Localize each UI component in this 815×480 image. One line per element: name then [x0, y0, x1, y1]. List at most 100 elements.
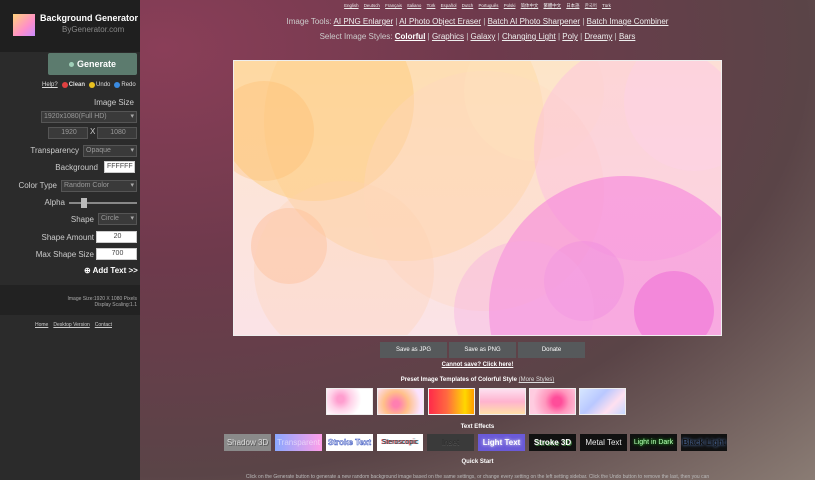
clean-icon: [61, 82, 68, 88]
transparency-select[interactable]: Opaque: [83, 145, 137, 157]
transparency-label: Transparency: [30, 146, 79, 155]
tool-link-photo-sharpener[interactable]: Batch AI Photo Sharpener: [488, 17, 581, 26]
tool-link-png-enlarger[interactable]: AI PNG Enlarger: [334, 17, 394, 26]
redo-button[interactable]: Redo: [114, 82, 136, 88]
preset-thumbnail[interactable]: [326, 388, 373, 415]
shape-amount-input[interactable]: 20: [96, 231, 137, 243]
shape-select[interactable]: Circle: [98, 213, 137, 225]
display-scaling-info: Display Scaling:1.1: [94, 302, 137, 308]
style-link-graphics[interactable]: Graphics: [432, 32, 464, 41]
generate-button[interactable]: Generate: [48, 53, 137, 75]
style-link-changing-light[interactable]: Changing Light: [502, 32, 556, 41]
presets-heading: Preset Image Templates of Colorful Style…: [140, 377, 815, 383]
lang-link[interactable]: Français: [385, 3, 402, 8]
lang-link[interactable]: Português: [478, 3, 498, 8]
save-button-row: Save as JPG Save as PNG Donate: [380, 342, 585, 358]
lang-link[interactable]: 简体中文: [521, 3, 539, 8]
save-png-button[interactable]: Save as PNG: [449, 342, 516, 358]
background-color-input[interactable]: FFFFFF: [104, 161, 135, 173]
refresh-icon: [68, 61, 74, 67]
redo-label: Redo: [121, 82, 136, 88]
color-type-label: Color Type: [18, 181, 57, 190]
lang-link[interactable]: 日本語: [566, 3, 579, 8]
sidebar-footer: Home Desktop Version Contact: [35, 322, 112, 328]
undo-label: Undo: [96, 82, 111, 88]
help-link[interactable]: Help?: [42, 82, 58, 88]
tool-link-object-eraser[interactable]: AI Photo Object Eraser: [399, 17, 481, 26]
donate-button[interactable]: Donate: [518, 342, 585, 358]
image-tools-bar: Image Tools: AI PNG Enlarger | AI Photo …: [286, 17, 669, 26]
effect-stroke-3d[interactable]: Stroke 3D: [529, 434, 576, 451]
brand-title[interactable]: Background Generator: [40, 13, 138, 23]
image-tools-prefix: Image Tools:: [286, 17, 332, 26]
max-shape-size-label: Max Shape Size: [35, 250, 94, 259]
clean-button[interactable]: Clean: [61, 82, 86, 88]
lang-link[interactable]: Italiano: [407, 3, 421, 8]
logo-icon[interactable]: [13, 14, 35, 36]
effect-transparent[interactable]: Transparent: [275, 434, 322, 451]
undo-icon: [89, 82, 96, 88]
height-input[interactable]: 1080: [97, 127, 137, 139]
effect-inset[interactable]: Inset: [427, 434, 474, 451]
cannot-save-link[interactable]: Cannot save? Click here!: [140, 362, 815, 368]
undo-button[interactable]: Undo: [89, 82, 110, 88]
effect-steroscopic[interactable]: Steroscopic: [377, 434, 423, 451]
image-size-select[interactable]: 1920x1080(Full HD): [41, 111, 137, 123]
effect-metal-text[interactable]: Metal Text: [580, 434, 627, 451]
footer-link-contact[interactable]: Contact: [95, 322, 112, 328]
lang-link[interactable]: 한국어: [585, 3, 597, 8]
tool-link-image-combiner[interactable]: Batch Image Combiner: [587, 17, 669, 26]
brand-subtitle: ByGenerator.com: [62, 25, 125, 34]
alpha-slider[interactable]: [69, 198, 137, 208]
style-link-dreamy[interactable]: Dreamy: [584, 32, 612, 41]
preset-thumbnail[interactable]: [579, 388, 626, 415]
quick-start-text: Click on the Generate button to generate…: [245, 474, 710, 480]
effect-stroke-text[interactable]: Stroke Text: [326, 434, 373, 451]
redo-icon: [114, 82, 121, 88]
save-jpg-button[interactable]: Save as JPG: [380, 342, 447, 358]
effect-light-text[interactable]: Light Text: [478, 434, 525, 451]
generate-label: Generate: [76, 59, 117, 69]
more-styles-link[interactable]: (More Styles): [519, 377, 555, 383]
style-link-bars[interactable]: Bars: [619, 32, 635, 41]
lang-link[interactable]: English: [344, 3, 358, 8]
footer-link-desktop[interactable]: Desktop Version: [53, 322, 89, 328]
effect-shadow-3d[interactable]: Shadow 3D: [224, 434, 271, 451]
width-input[interactable]: 1920: [48, 127, 88, 139]
size-separator: X: [90, 127, 96, 136]
lang-link[interactable]: Türk: [427, 3, 436, 8]
style-link-colorful[interactable]: Colorful: [395, 32, 426, 41]
brand-header: Background Generator ByGenerator.com: [0, 0, 140, 52]
color-type-select[interactable]: Random Color: [61, 180, 137, 192]
generated-image-canvas[interactable]: [233, 60, 722, 336]
action-row: Help? Clean Undo Redo: [42, 82, 136, 88]
preset-thumbnail[interactable]: [377, 388, 424, 415]
alpha-slider-thumb[interactable]: [81, 198, 88, 208]
lang-link[interactable]: Polski: [504, 3, 516, 8]
image-styles-prefix: Select Image Styles:: [319, 32, 393, 41]
language-bar: English Deutsch Français Italiano Türk E…: [140, 3, 815, 9]
style-link-galaxy[interactable]: Galaxy: [471, 32, 496, 41]
preset-thumbnail[interactable]: [428, 388, 475, 415]
image-styles-bar: Select Image Styles: Colorful | Graphics…: [319, 32, 636, 41]
add-text-label: Add Text >>: [92, 266, 138, 275]
lang-link[interactable]: Dutch: [462, 3, 473, 8]
shape-amount-label: Shape Amount: [41, 233, 94, 242]
preset-thumbnail[interactable]: [529, 388, 576, 415]
preset-thumbnail[interactable]: [479, 388, 526, 415]
shape-label: Shape: [70, 215, 94, 224]
effect-black-light[interactable]: Black Light: [681, 434, 727, 451]
add-text-button[interactable]: ⊕ Add Text >>: [84, 266, 138, 275]
add-icon: ⊕: [84, 266, 93, 275]
text-effects-heading: Text Effects: [460, 424, 495, 430]
effect-light-in-dark[interactable]: Light in Dark: [630, 434, 677, 451]
lang-link[interactable]: 繁體中文: [543, 3, 561, 8]
clean-label: Clean: [68, 82, 86, 88]
footer-link-home[interactable]: Home: [35, 322, 48, 328]
style-link-poly[interactable]: Poly: [562, 32, 578, 41]
alpha-label: Alpha: [44, 198, 65, 207]
lang-link[interactable]: Español: [441, 3, 457, 8]
lang-link[interactable]: Türk: [602, 3, 611, 8]
max-shape-size-input[interactable]: 700: [96, 248, 137, 260]
lang-link[interactable]: Deutsch: [364, 3, 380, 8]
